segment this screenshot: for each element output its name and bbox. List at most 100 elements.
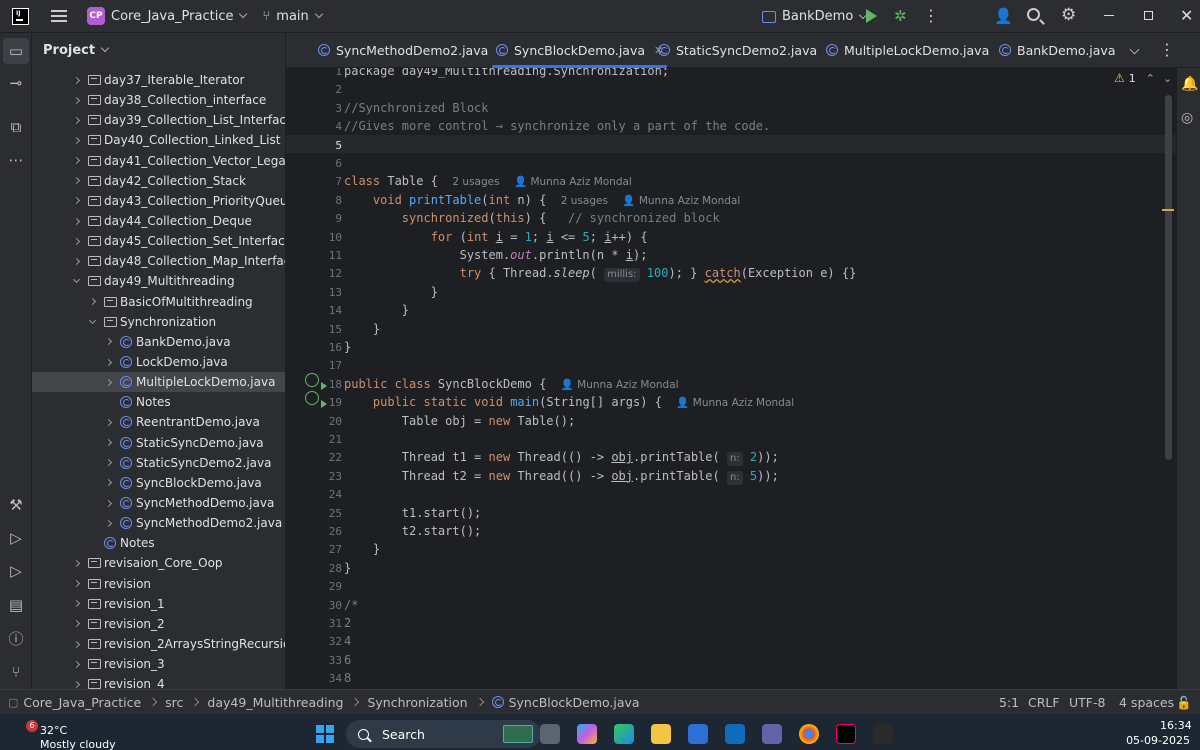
chevron-right-icon[interactable] [104, 418, 113, 426]
line-number[interactable]: 31 [316, 617, 342, 630]
chevron-right-icon[interactable] [72, 96, 81, 104]
branch-dropdown[interactable]: main [276, 9, 308, 24]
line-number[interactable]: 26 [316, 525, 342, 538]
minimize-button[interactable] [1104, 15, 1114, 16]
tree-item[interactable]: day37_Iterable_Iterator [32, 70, 285, 90]
code-line[interactable]: 8 [344, 669, 351, 687]
line-number[interactable]: 34 [316, 672, 342, 685]
chevron-down-icon[interactable] [239, 9, 248, 19]
tab-syncblockdemo[interactable]: SyncBlockDemo.java ✕ [491, 33, 668, 68]
services-tool-icon[interactable]: ▷ [6, 528, 26, 548]
gutter-run-icon[interactable] [305, 372, 329, 392]
chevron-down-icon[interactable] [314, 9, 324, 19]
intellij-taskbar-icon[interactable] [836, 724, 856, 744]
breadcrumb-item[interactable]: src [165, 695, 183, 710]
line-number[interactable]: 15 [316, 323, 342, 336]
outlook-icon[interactable] [725, 724, 745, 744]
line-number[interactable]: 1 [316, 68, 342, 78]
tree-item[interactable]: revision_2 [32, 614, 285, 634]
code-line[interactable]: 2 [344, 614, 351, 632]
chevron-right-icon[interactable] [104, 459, 113, 467]
next-highlight-icon[interactable]: ⌄ [1163, 72, 1172, 85]
breadcrumb-item[interactable]: SyncBlockDemo.java [509, 695, 640, 710]
task-view-icon[interactable] [540, 724, 560, 744]
more-actions-icon[interactable]: ⋮ [923, 6, 939, 26]
tree-item[interactable]: LockDemo.java [32, 352, 285, 372]
git-client-icon[interactable] [873, 724, 893, 744]
code-line[interactable]: System.out.println(n * i); [344, 246, 648, 264]
tree-item[interactable]: day42_Collection_Stack [32, 171, 285, 191]
line-number[interactable]: 25 [316, 507, 342, 520]
chevron-right-icon[interactable] [72, 116, 81, 124]
tree-item[interactable]: revision_1 [32, 594, 285, 614]
chevron-right-icon[interactable] [72, 197, 81, 205]
project-name-dropdown[interactable]: Core_Java_Practice [111, 9, 233, 24]
git-branch-icon[interactable]: ⑂ [262, 9, 270, 24]
tree-item[interactable]: day41_Collection_Vector_Legacy_C [32, 151, 285, 171]
chrome-icon[interactable] [799, 724, 819, 744]
line-number[interactable]: 33 [316, 654, 342, 667]
problems-tool-icon[interactable]: ⓘ [6, 629, 26, 649]
code-line[interactable]: for (int i = 1; i <= 5; i++) { [344, 228, 648, 246]
code-line[interactable]: package day49_Multithreading.Synchroniza… [344, 68, 669, 80]
code-line[interactable]: } [344, 301, 409, 319]
line-number[interactable]: 32 [316, 635, 342, 648]
tree-item[interactable]: day44_Collection_Deque [32, 211, 285, 231]
chevron-right-icon[interactable] [88, 298, 97, 306]
git-tool-icon[interactable]: ⑂ [6, 662, 26, 682]
line-number[interactable]: 24 [316, 488, 342, 501]
add-user-icon[interactable]: 👤 [994, 7, 1013, 25]
code-line[interactable]: Table obj = new Table(); [344, 412, 575, 430]
line-number[interactable]: 17 [316, 359, 342, 372]
chevron-right-icon[interactable] [104, 378, 113, 386]
clock-time[interactable]: 16:34 [1160, 719, 1192, 732]
line-number[interactable]: 23 [316, 470, 342, 483]
code-line[interactable]: class Table { 2 usages 👤 Munna Aziz Mond… [344, 172, 632, 190]
notifications-icon[interactable]: 🔔 [1181, 76, 1198, 92]
line-number[interactable]: 13 [316, 286, 342, 299]
code-line[interactable]: } [344, 559, 351, 577]
tree-item[interactable]: revision_2ArraysStringRecursion [32, 634, 285, 654]
code-line[interactable]: } [344, 283, 438, 301]
project-tool-icon[interactable]: ▭ [3, 38, 29, 64]
tree-item[interactable]: Day40_Collection_Linked_List [32, 130, 285, 150]
ai-assistant-icon[interactable]: ◎ [1181, 110, 1193, 126]
code-line[interactable]: try { Thread.sleep( millis: 100); } catc… [344, 264, 856, 283]
windows-start-icon[interactable] [316, 725, 334, 743]
line-number[interactable]: 29 [316, 580, 342, 593]
chevron-right-icon[interactable] [72, 157, 81, 165]
tree-item[interactable]: Notes [32, 533, 285, 553]
code-line[interactable]: public class SyncBlockDemo { 👤 Munna Azi… [344, 375, 679, 393]
chevron-down-icon[interactable] [88, 316, 97, 324]
code-line[interactable]: Thread t2 = new Thread(() -> obj.printTa… [344, 467, 779, 485]
run-configuration-selector[interactable]: BankDemo [762, 0, 868, 33]
tree-item[interactable]: day49_Multithreading [32, 271, 285, 291]
tree-item[interactable]: day48_Collection_Map_Interface [32, 251, 285, 271]
tree-item[interactable]: Synchronization [32, 312, 285, 332]
tree-item[interactable]: BankDemo.java [32, 332, 285, 352]
chevron-right-icon[interactable] [72, 237, 81, 245]
warning-marker[interactable] [1162, 209, 1174, 211]
code-vision-hint[interactable]: 👤 Munna Aziz Mondal [676, 397, 794, 409]
main-menu-icon[interactable] [51, 10, 67, 22]
tree-item[interactable]: BasicOfMultithreading [32, 292, 285, 312]
tree-item[interactable]: SyncMethodDemo.java [32, 493, 285, 513]
line-number[interactable]: 16 [316, 341, 342, 354]
chevron-right-icon[interactable] [104, 479, 113, 487]
line-number[interactable]: 30 [316, 599, 342, 612]
chevron-right-icon[interactable] [104, 499, 113, 507]
tree-item[interactable]: revision_4 [32, 674, 285, 689]
project-badge[interactable]: CP [87, 7, 105, 25]
chevron-right-icon[interactable] [104, 439, 113, 447]
tab-bankdemo[interactable]: BankDemo.java [999, 33, 1115, 67]
search-icon[interactable] [1027, 8, 1040, 21]
line-number[interactable]: 2 [316, 83, 342, 96]
breadcrumb-item[interactable]: day49_Multithreading [207, 695, 343, 710]
line-number-gutter[interactable]: 1 2 3 4 5 6 7 8 9 10 11 12 13 14 15 16 17 18 19 20 21 22 23 24 2… [286, 68, 342, 689]
code-line[interactable]: } [344, 320, 380, 338]
tree-item[interactable]: SyncMethodDemo2.java [32, 513, 285, 533]
code-line[interactable]: 6 [344, 651, 351, 669]
chevron-down-icon[interactable] [72, 276, 81, 284]
debug-icon[interactable]: ✲ [894, 8, 907, 24]
chevron-right-icon[interactable] [72, 76, 81, 84]
